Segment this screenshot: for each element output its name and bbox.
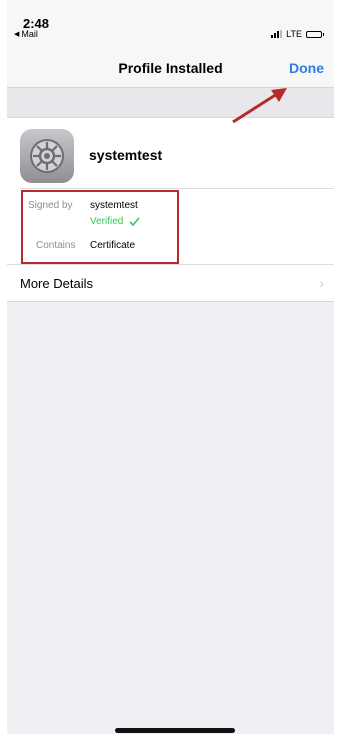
- divider: [7, 301, 334, 302]
- annotation-highlight-box: [21, 190, 179, 264]
- status-bar: 2:48 ◀ Mail LTE: [7, 0, 334, 44]
- back-app-label: Mail: [21, 29, 38, 39]
- signal-strength-icon: [271, 30, 283, 38]
- settings-gear-icon: [20, 129, 74, 183]
- navigation-bar: Profile Installed Done: [7, 44, 334, 88]
- divider: [7, 264, 334, 265]
- profile-name: systemtest: [89, 147, 163, 163]
- chevron-right-icon[interactable]: ›: [320, 276, 324, 291]
- divider: [20, 188, 334, 189]
- back-triangle-icon: ◀: [14, 31, 20, 38]
- phone-screen: 2:48 ◀ Mail LTE Profile Installed Done s…: [7, 0, 334, 734]
- done-button[interactable]: Done: [289, 60, 324, 76]
- status-indicators: LTE: [271, 29, 324, 39]
- page-title: Profile Installed: [118, 60, 223, 76]
- profile-card: systemtest Signed by systemtest Verified…: [7, 118, 334, 302]
- more-details-row[interactable]: More Details: [20, 276, 93, 291]
- annotation-arrow-icon: [232, 88, 287, 124]
- network-label: LTE: [286, 29, 302, 39]
- battery-icon: [306, 30, 324, 38]
- home-indicator[interactable]: [115, 728, 235, 733]
- back-to-app-link[interactable]: ◀ Mail: [14, 29, 38, 39]
